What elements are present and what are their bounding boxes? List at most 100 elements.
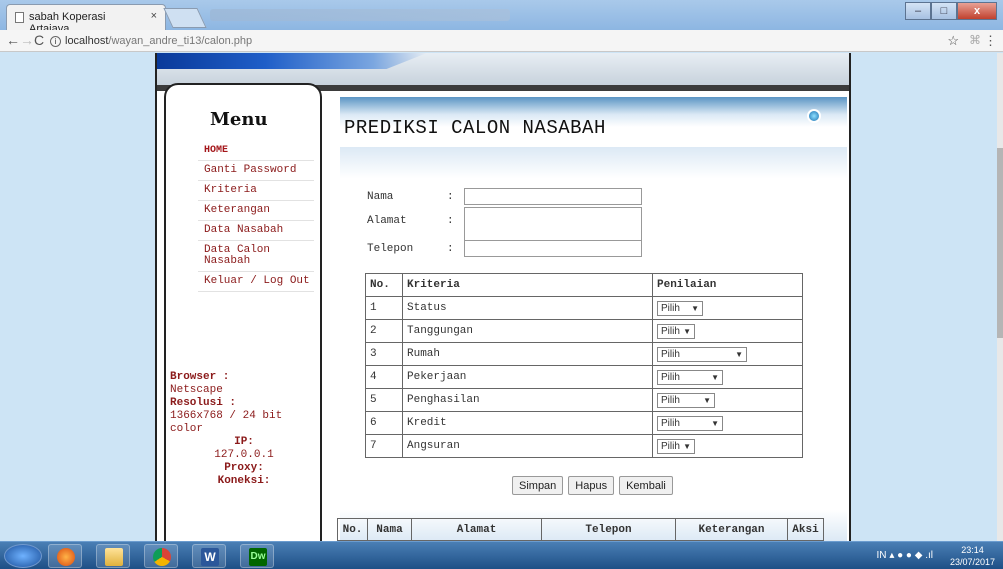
word-taskbar-button[interactable]: W [192, 544, 226, 568]
row-criteria: Penghasilan [402, 388, 653, 412]
address-input[interactable] [464, 207, 642, 241]
chrome-icon [153, 548, 171, 566]
row-criteria: Pekerjaan [402, 365, 653, 389]
close-window-button[interactable]: x [957, 2, 997, 20]
banner-graphic [157, 53, 427, 69]
dropdown-arrow-icon: ▼ [683, 326, 691, 336]
ip-value: 127.0.0.1 [214, 449, 274, 461]
firefox-icon [57, 548, 75, 566]
menu-item-candidate-data[interactable]: Data Calon Nasabah [198, 241, 314, 272]
menu-item-customer-data[interactable]: Data Nasabah [198, 221, 314, 241]
forward-arrow-icon[interactable]: → [20, 32, 34, 48]
row-no: 5 [365, 388, 403, 412]
select-value: Pilih [661, 417, 680, 429]
table-row: 5 Penghasilan Pilih ▼ [365, 388, 803, 412]
dropdown-arrow-icon: ▼ [703, 395, 711, 405]
col-description: Keterangan [675, 518, 788, 541]
date: 23/07/2017 [949, 557, 995, 567]
select-value: Pilih [661, 348, 680, 360]
installment-select[interactable]: Pilih ▼ [657, 438, 695, 454]
status-select[interactable]: Pilih ▼ [657, 300, 703, 316]
table-row: 2 Tanggungan Pilih ▼ [365, 319, 803, 343]
back-arrow-icon[interactable]: ← [6, 32, 20, 48]
row-criteria: Kredit [402, 411, 653, 435]
income-select[interactable]: Pilih ▼ [657, 392, 715, 408]
table-row: 7 Angsuran Pilih ▼ [365, 434, 803, 458]
dependents-select[interactable]: Pilih ▼ [657, 323, 695, 339]
colon: : [447, 191, 454, 203]
new-tab-button[interactable] [163, 8, 207, 28]
menu-item-change-password[interactable]: Ganti Password [198, 161, 314, 181]
resolution-label: Resolusi : [170, 397, 237, 409]
row-criteria: Tanggungan [402, 319, 653, 343]
select-value: Pilih [661, 394, 680, 406]
info-icon[interactable]: i [50, 36, 61, 47]
name-label: Nama [367, 191, 394, 203]
credit-select[interactable]: Pilih ▼ [657, 415, 723, 431]
dreamweaver-icon: Dw [249, 548, 267, 566]
explorer-taskbar-button[interactable] [96, 544, 130, 568]
menu-title: Menu [210, 109, 268, 130]
job-select[interactable]: Pilih ▼ [657, 369, 723, 385]
url-host: localhost [65, 35, 109, 47]
dreamweaver-taskbar-button[interactable]: Dw [240, 544, 274, 568]
taskbar-clock[interactable]: 23:14 23/07/2017 [950, 544, 995, 568]
minimize-button[interactable]: – [905, 2, 931, 20]
language-indicator[interactable]: IN [877, 550, 887, 561]
resolution-value: 1366x768 / 24 bit color [170, 410, 283, 435]
dropdown-arrow-icon: ▼ [691, 303, 699, 313]
menu-item-description[interactable]: Keterangan [198, 201, 314, 221]
col-name: Nama [367, 518, 412, 541]
extension-icon[interactable]: ⌘ [969, 33, 981, 47]
select-value: Pilih [661, 440, 680, 452]
col-phone: Telepon [541, 518, 676, 541]
back-button[interactable]: Kembali [619, 476, 673, 495]
menu-item-home[interactable]: HOME [198, 141, 314, 161]
address-label: Alamat [367, 215, 407, 227]
house-select[interactable]: Pilih ▼ [657, 346, 747, 362]
select-value: Pilih [661, 325, 680, 337]
name-input[interactable] [464, 188, 642, 205]
page-viewport: Menu HOME Ganti Password Kriteria Ketera… [0, 53, 1003, 541]
save-button[interactable]: Simpan [512, 476, 564, 495]
maximize-button[interactable]: □ [931, 2, 957, 20]
tray-icons[interactable]: ▴ ● ● ◆ .ıl [889, 550, 933, 561]
tab-close-icon[interactable]: × [151, 10, 157, 22]
form-buttons: Simpan Hapus Kembali [512, 476, 673, 495]
row-no: 2 [365, 319, 403, 343]
row-no: 4 [365, 365, 403, 389]
menu-item-logout[interactable]: Keluar / Log Out [198, 272, 314, 292]
dropdown-arrow-icon: ▼ [711, 372, 719, 382]
select-value: Pilih [661, 302, 680, 314]
start-button[interactable] [4, 544, 42, 568]
url-path: /wayan_andre_ti13/calon.php [108, 35, 253, 47]
delete-button[interactable]: Hapus [568, 476, 615, 495]
col-address: Alamat [411, 518, 542, 541]
menu-list: HOME Ganti Password Kriteria Keterangan … [198, 141, 314, 292]
bookmark-star-icon[interactable]: ☆ [947, 33, 959, 49]
table-row: 1 Status Pilih ▼ [365, 296, 803, 320]
table-header-row: No. Nama Alamat Telepon Keterangan Aksi [337, 518, 824, 541]
site-banner [157, 53, 849, 85]
reload-icon[interactable]: C [34, 32, 44, 48]
browser-menu-icon[interactable]: ⋮ [984, 33, 997, 49]
phone-row: Telepon: [367, 240, 642, 257]
colon: : [447, 243, 454, 255]
browser-tab[interactable]: sabah Koperasi Artajaya... × [6, 4, 166, 35]
blurred-bookmarks [210, 9, 510, 21]
vertical-scrollbar[interactable] [997, 53, 1003, 541]
chrome-taskbar-button[interactable] [144, 544, 178, 568]
dropdown-arrow-icon: ▼ [735, 349, 743, 359]
url-field[interactable]: i localhost/wayan_andre_ti13/calon.php [50, 33, 980, 50]
phone-input[interactable] [464, 240, 642, 257]
firefox-taskbar-button[interactable] [48, 544, 82, 568]
candidate-data-table: No. Nama Alamat Telepon Keterangan Aksi [337, 518, 824, 541]
table-row: 4 Pekerjaan Pilih ▼ [365, 365, 803, 389]
row-criteria: Angsuran [402, 434, 653, 458]
menu-item-criteria[interactable]: Kriteria [198, 181, 314, 201]
row-no: 6 [365, 411, 403, 435]
scrollbar-thumb[interactable] [997, 148, 1003, 338]
row-no: 1 [365, 296, 403, 320]
phone-label: Telepon [367, 243, 414, 255]
header-rating: Penilaian [652, 273, 803, 297]
